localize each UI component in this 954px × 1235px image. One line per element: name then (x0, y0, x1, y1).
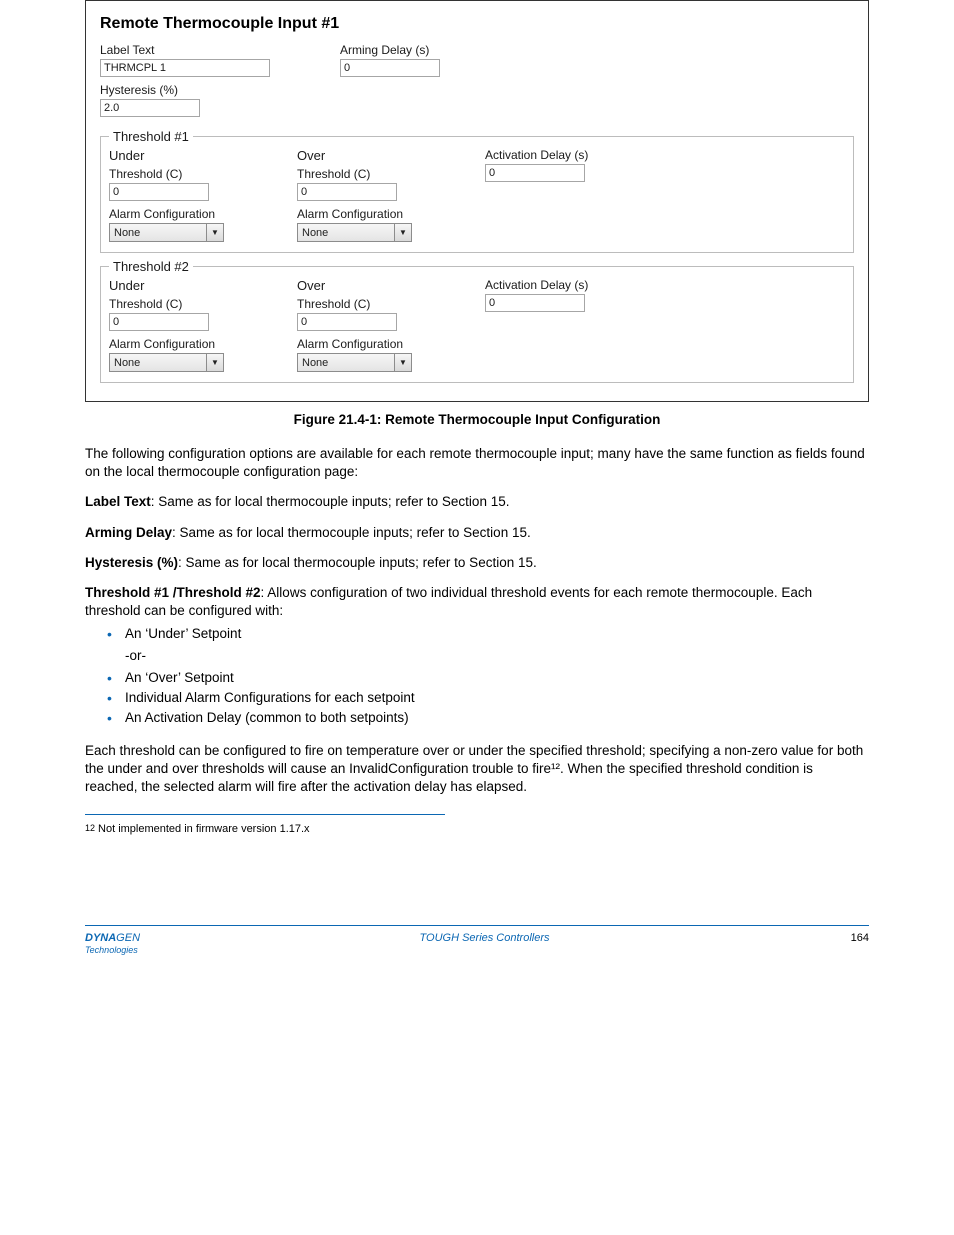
threshold1-activation-input[interactable] (485, 164, 585, 182)
threshold2-over-alarm-label: Alarm Configuration (297, 337, 467, 351)
field-label-text-desc: : Same as for local thermocouple inputs;… (151, 494, 510, 509)
threshold1-activation-label: Activation Delay (s) (485, 148, 655, 162)
threshold2-under-title: Under (109, 278, 279, 293)
chevron-down-icon: ▼ (206, 224, 223, 241)
footer-center: TOUGH Series Controllers (140, 932, 829, 956)
hysteresis-label: Hysteresis (%) (100, 83, 270, 97)
footnote: 12 Not implemented in firmware version 1… (85, 823, 869, 835)
threshold2-under-alarm-label: Alarm Configuration (109, 337, 279, 351)
threshold2-activation-input[interactable] (485, 294, 585, 312)
page-footer: DYNAGEN Technologies TOUGH Series Contro… (85, 925, 869, 956)
hysteresis-input[interactable] (100, 99, 200, 117)
threshold2-over-alarm-value: None (298, 357, 394, 369)
panel-title: Remote Thermocouple Input #1 (100, 15, 854, 33)
threshold2-over-threshold-input[interactable] (297, 313, 397, 331)
field-arming-delay-desc: : Same as for local thermocouple inputs;… (172, 525, 531, 540)
threshold2-under-threshold-label: Threshold (C) (109, 297, 279, 311)
field-hysteresis-desc: : Same as for local thermocouple inputs;… (178, 555, 537, 570)
bullet-list-top: An ‘Under’ Setpoint (107, 625, 869, 643)
threshold1-over-threshold-label: Threshold (C) (297, 167, 467, 181)
chevron-down-icon: ▼ (394, 224, 411, 241)
threshold2-group: Threshold #2 Under Threshold (C) Alarm C… (100, 259, 854, 383)
or-line: -or- (125, 647, 869, 665)
footer-page-number: 164 (829, 932, 869, 956)
threshold2-over-threshold-label: Threshold (C) (297, 297, 467, 311)
figure-caption: Figure 21.4-1: Remote Thermocouple Input… (294, 412, 661, 427)
config-panel: Remote Thermocouple Input #1 Label Text … (85, 0, 869, 402)
threshold2-legend: Threshold #2 (109, 259, 193, 274)
field-arming-delay: Arming Delay (85, 525, 172, 540)
field-hysteresis: Hysteresis (%) (85, 555, 178, 570)
post-para: Each threshold can be configured to fire… (85, 742, 869, 797)
list-item: An ‘Under’ Setpoint (107, 625, 869, 643)
list-item: Individual Alarm Configurations for each… (107, 689, 869, 707)
document-body: The following configuration options are … (85, 445, 869, 796)
footnote-rule (85, 814, 445, 815)
field-label-text: Label Text (85, 494, 151, 509)
threshold1-over-alarm-select[interactable]: None ▼ (297, 223, 412, 242)
chevron-down-icon: ▼ (394, 354, 411, 371)
threshold1-group: Threshold #1 Under Threshold (C) Alarm C… (100, 129, 854, 253)
threshold1-under-threshold-label: Threshold (C) (109, 167, 279, 181)
label-text-input[interactable] (100, 59, 270, 77)
threshold1-under-title: Under (109, 148, 279, 163)
threshold1-under-alarm-label: Alarm Configuration (109, 207, 279, 221)
footnote-text: Not implemented in firmware version 1.17… (98, 823, 869, 835)
list-item: An Activation Delay (common to both setp… (107, 709, 869, 727)
chevron-down-icon: ▼ (206, 354, 223, 371)
threshold-head: Threshold #1 /Threshold #2 (85, 585, 261, 600)
threshold1-under-threshold-input[interactable] (109, 183, 209, 201)
threshold2-over-alarm-select[interactable]: None ▼ (297, 353, 412, 372)
threshold1-over-threshold-input[interactable] (297, 183, 397, 201)
arming-delay-input[interactable] (340, 59, 440, 77)
arming-delay-label: Arming Delay (s) (340, 43, 510, 57)
threshold1-over-alarm-label: Alarm Configuration (297, 207, 467, 221)
list-item: An ‘Over’ Setpoint (107, 669, 869, 687)
intro-paragraph: The following configuration options are … (85, 445, 869, 481)
threshold2-under-alarm-select[interactable]: None ▼ (109, 353, 224, 372)
threshold1-over-title: Over (297, 148, 467, 163)
threshold2-under-threshold-input[interactable] (109, 313, 209, 331)
threshold2-activation-label: Activation Delay (s) (485, 278, 655, 292)
threshold2-over-title: Over (297, 278, 467, 293)
threshold1-over-alarm-value: None (298, 227, 394, 239)
footer-left: DYNAGEN Technologies (85, 932, 140, 956)
threshold2-under-alarm-value: None (110, 357, 206, 369)
threshold1-under-alarm-select[interactable]: None ▼ (109, 223, 224, 242)
threshold1-legend: Threshold #1 (109, 129, 193, 144)
footnote-number: 12 (85, 823, 95, 835)
threshold1-under-alarm-value: None (110, 227, 206, 239)
bullet-list-bottom: An ‘Over’ Setpoint Individual Alarm Conf… (107, 669, 869, 728)
label-text-label: Label Text (100, 43, 270, 57)
